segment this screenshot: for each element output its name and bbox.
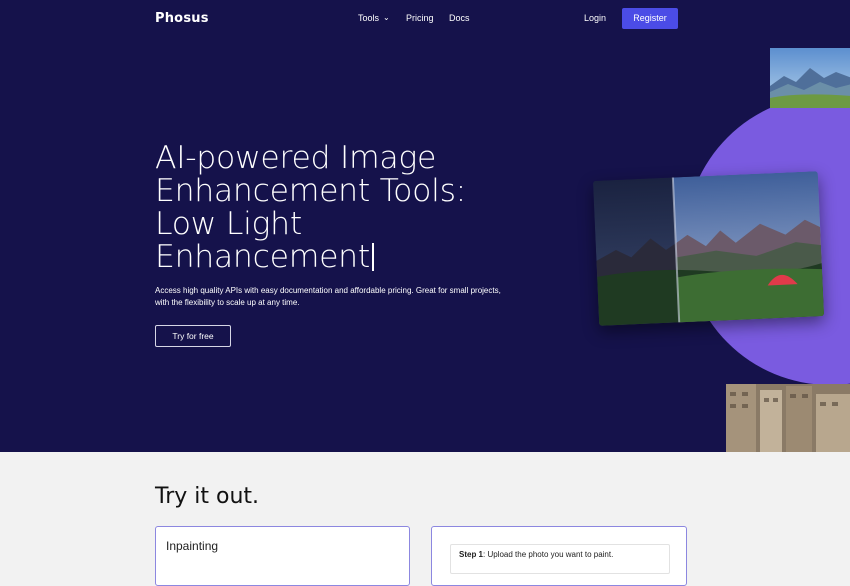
login-link[interactable]: Login <box>584 13 606 23</box>
step-text: : Upload the photo you want to paint. <box>483 550 614 559</box>
try-it-out-section: Try it out. Inpainting Step 1: Upload th… <box>0 452 850 586</box>
register-button[interactable]: Register <box>622 8 678 29</box>
nav-docs-link[interactable]: Docs <box>449 13 470 23</box>
top-navbar: Phosus Tools ⌄ Pricing Docs Login Registe… <box>0 0 850 38</box>
logo[interactable]: Phosus <box>155 11 209 26</box>
city-architecture-image <box>726 384 850 452</box>
chevron-down-icon: ⌄ <box>383 13 390 22</box>
section-heading: Try it out. <box>155 484 260 509</box>
hero-title-line-last: Enhancement <box>155 241 575 274</box>
low-light-comparison-image <box>592 171 825 326</box>
hero-section: Phosus Tools ⌄ Pricing Docs Login Registe… <box>0 0 850 452</box>
hero-title-line: Enhancement Tools: <box>155 173 466 209</box>
hero-title-line: Enhancement <box>155 239 370 275</box>
mountain-landscape-image <box>770 48 850 108</box>
hero-subtitle: Access high quality APIs with easy docum… <box>155 286 501 307</box>
tool-name: Inpainting <box>166 539 219 553</box>
nav-pricing-link[interactable]: Pricing <box>406 13 434 23</box>
step-label: Step 1 <box>459 550 484 559</box>
upload-card: Step 1: Upload the photo you want to pai… <box>431 526 687 586</box>
upload-dropzone[interactable]: Step 1: Upload the photo you want to pai… <box>450 544 670 574</box>
nav-tools-label: Tools <box>358 13 380 23</box>
try-for-free-button[interactable]: Try for free <box>155 325 231 347</box>
hero-title-line: Low Light <box>155 206 302 242</box>
hero-title-line: AI-powered Image <box>155 140 437 176</box>
hero-title: AI-powered Image Enhancement Tools: Low … <box>155 142 575 274</box>
nav-tools-menu[interactable]: Tools ⌄ <box>358 13 390 23</box>
step-instruction: Step 1: Upload the photo you want to pai… <box>459 550 613 559</box>
typing-caret <box>371 243 374 271</box>
tool-select-card[interactable]: Inpainting <box>155 526 410 586</box>
